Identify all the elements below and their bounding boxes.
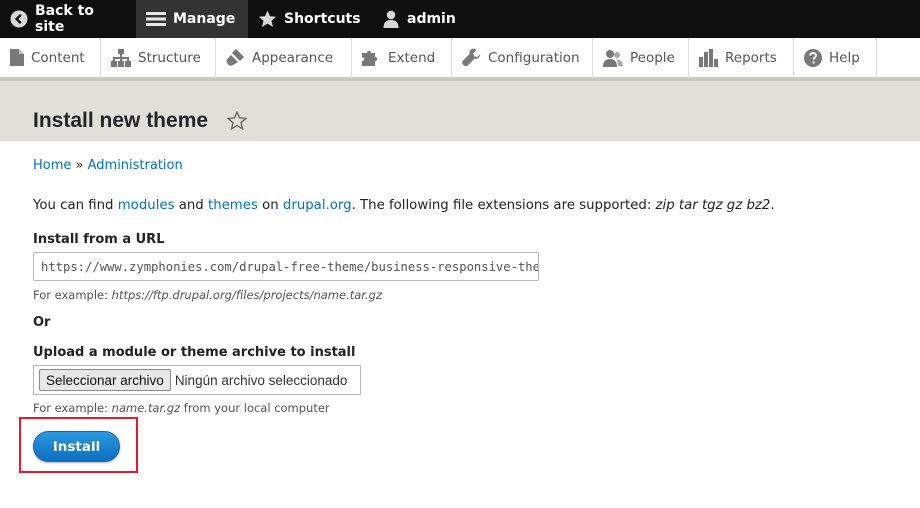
help-text-part: . — [770, 198, 775, 213]
tray-item-label: Extend — [388, 49, 436, 66]
back-arrow-icon — [10, 10, 28, 28]
help-icon — [804, 48, 822, 67]
add-shortcut-star-icon[interactable] — [226, 110, 248, 134]
tray-item-label: Configuration — [488, 49, 580, 66]
tray-item-people[interactable]: People — [593, 38, 689, 77]
manage-tab[interactable]: Manage — [136, 0, 248, 38]
tray-item-extend[interactable]: Extend — [352, 38, 452, 77]
admin-toolbar: Back to site Manage Shortcuts admin — [0, 0, 920, 38]
page-title: Install new theme — [33, 109, 209, 132]
breadcrumb: Home » Administration — [33, 158, 183, 173]
help-text-part: . The following file extensions are supp… — [351, 198, 656, 213]
bar-chart-icon — [699, 48, 718, 67]
url-field-description: For example: https://ftp.drupal.org/file… — [33, 288, 382, 302]
breadcrumb-home-link[interactable]: Home — [33, 158, 71, 173]
install-button[interactable]: Install — [33, 431, 120, 462]
file-status-text: Ningún archivo seleccionado — [174, 372, 348, 388]
tray-item-label: People — [630, 49, 675, 66]
tray-item-help[interactable]: Help — [794, 38, 877, 77]
tray-item-configuration[interactable]: Configuration — [452, 38, 593, 77]
upload-desc-prefix: For example: — [33, 401, 112, 415]
help-text-part: and — [174, 198, 208, 213]
breadcrumb-separator: » — [71, 158, 88, 173]
user-tab[interactable]: admin — [372, 0, 462, 38]
user-icon — [382, 10, 400, 28]
help-text-part: You can find — [33, 198, 118, 213]
upload-desc-example: name.tar.gz — [111, 401, 181, 415]
page-header: Install new theme — [0, 78, 920, 141]
user-label: admin — [407, 11, 456, 27]
choose-file-button[interactable]: Seleccionar archivo — [39, 369, 171, 391]
sitemap-icon — [111, 48, 131, 67]
help-text-part: on — [257, 198, 283, 213]
upload-field-description: For example: name.tar.gz from your local… — [33, 401, 330, 415]
tray-item-label: Help — [829, 49, 860, 66]
menu-icon — [146, 11, 166, 27]
tray-item-label: Reports — [725, 49, 777, 66]
tray-item-content[interactable]: Content — [0, 38, 101, 77]
file-icon — [10, 49, 24, 66]
modules-link[interactable]: modules — [118, 198, 175, 213]
star-icon — [258, 10, 277, 28]
tray-item-structure[interactable]: Structure — [101, 38, 216, 77]
supported-extensions: zip tar tgz gz bz2 — [655, 198, 771, 213]
upload-desc-suffix: from your local computer — [180, 401, 330, 415]
shortcuts-label: Shortcuts — [284, 11, 361, 27]
file-upload-field: Seleccionar archivo Ningún archivo selec… — [33, 365, 361, 395]
tray-item-label: Appearance — [252, 49, 334, 66]
help-text: You can find modules and themes on drupa… — [33, 198, 775, 213]
tray-item-label: Content — [31, 49, 85, 66]
url-field-label: Install from a URL — [33, 232, 165, 247]
themes-link[interactable]: themes — [208, 198, 258, 213]
back-to-site-label: Back to site — [35, 3, 94, 35]
people-icon — [603, 49, 623, 67]
brush-icon — [226, 48, 245, 67]
wrench-icon — [462, 48, 481, 67]
shortcuts-tab[interactable]: Shortcuts — [248, 0, 372, 38]
or-separator: Or — [33, 315, 51, 330]
tray-item-reports[interactable]: Reports — [689, 38, 794, 77]
puzzle-icon — [362, 49, 381, 67]
drupal-org-link[interactable]: drupal.org — [283, 198, 352, 213]
admin-tray: Content Structure Appearance Extend Conf… — [0, 38, 920, 78]
tray-item-label: Structure — [138, 49, 201, 66]
tray-item-appearance[interactable]: Appearance — [216, 38, 352, 77]
install-url-value: https://www.zymphonies.com/drupal-free-t… — [41, 259, 539, 274]
upload-field-label: Upload a module or theme archive to inst… — [33, 345, 356, 360]
manage-label: Manage — [173, 11, 236, 27]
url-desc-prefix: For example: — [33, 288, 112, 302]
back-to-site-link[interactable]: Back to site — [0, 0, 136, 38]
breadcrumb-administration-link[interactable]: Administration — [88, 158, 183, 173]
install-url-input[interactable]: https://www.zymphonies.com/drupal-free-t… — [33, 252, 539, 281]
url-desc-example: https://ftp.drupal.org/files/projects/na… — [111, 288, 382, 302]
